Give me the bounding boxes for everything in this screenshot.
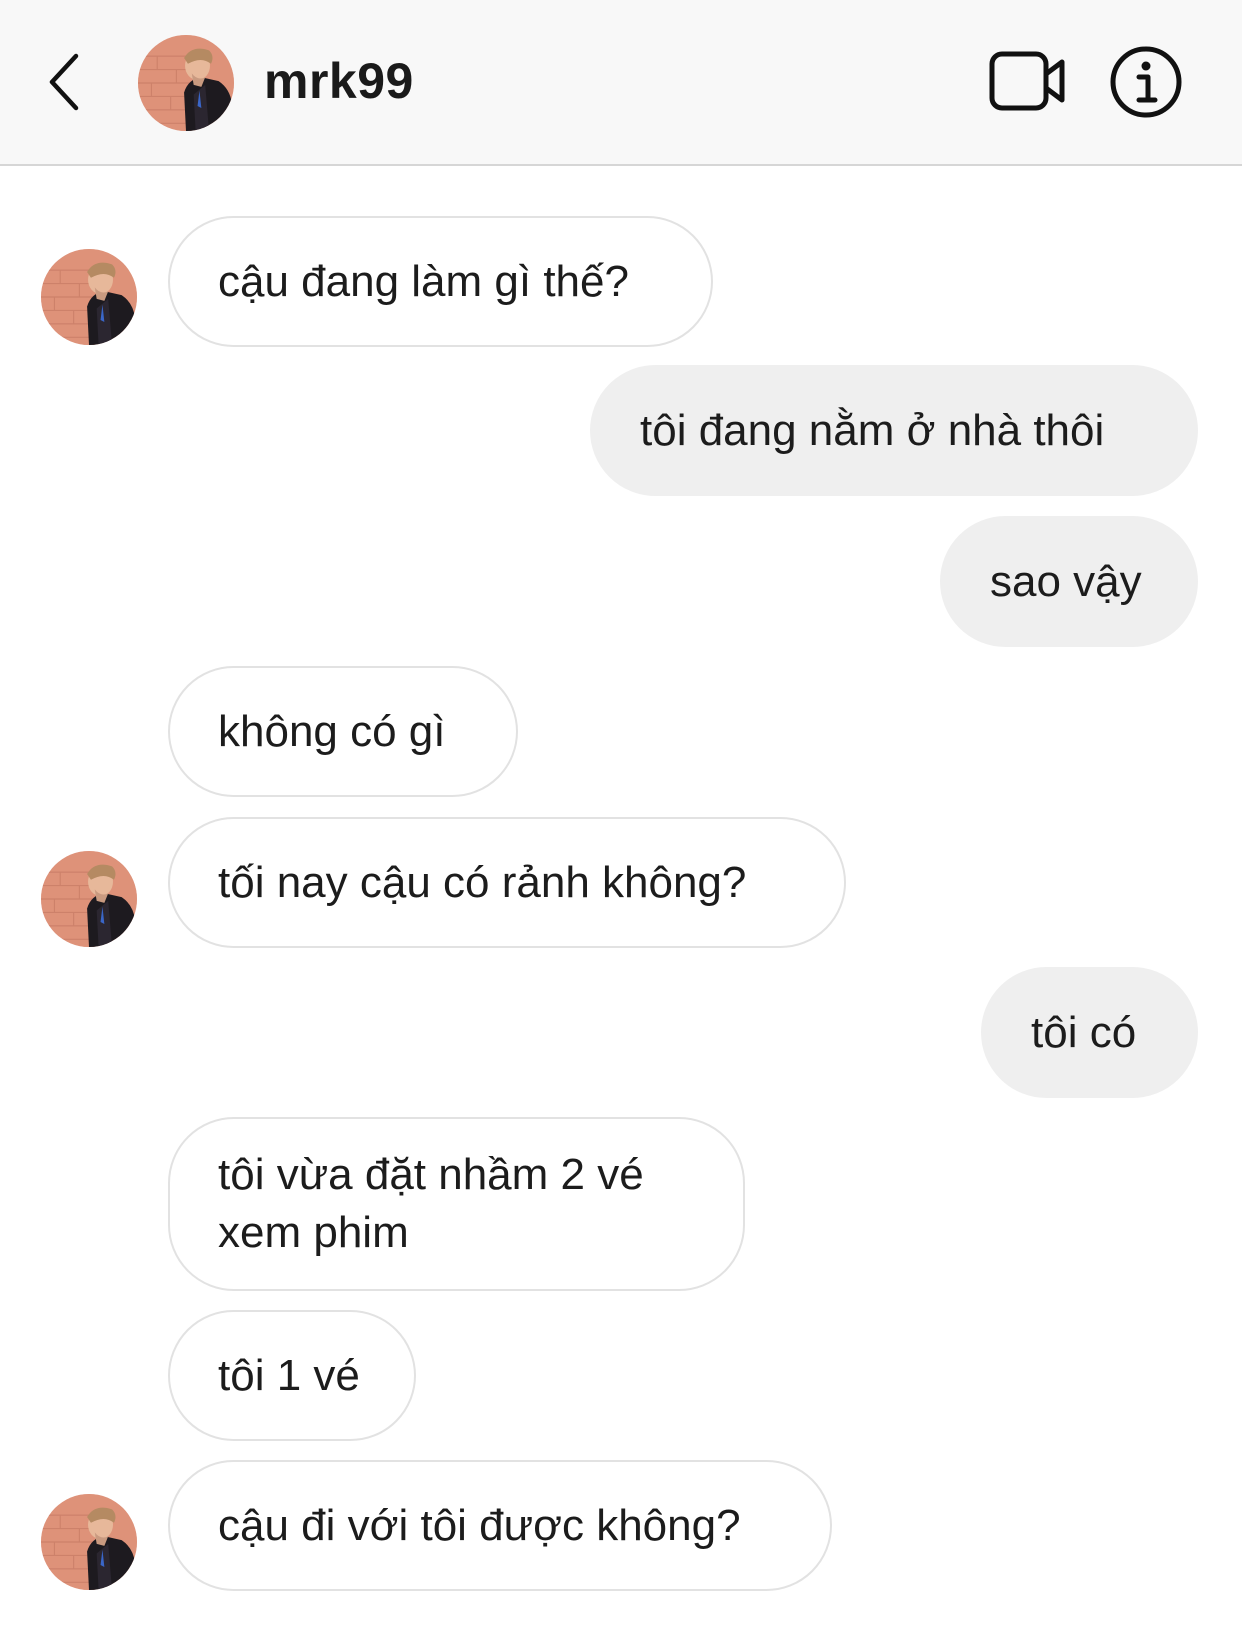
chat-header: mrk99 bbox=[0, 0, 1242, 166]
avatar[interactable] bbox=[41, 249, 137, 345]
chat-username[interactable]: mrk99 bbox=[264, 52, 414, 110]
avatar[interactable] bbox=[138, 35, 234, 131]
message-bubble-incoming[interactable]: không có gì bbox=[168, 666, 518, 797]
message-bubble-incoming[interactable]: tôi 1 vé bbox=[168, 1310, 416, 1441]
info-circle-icon bbox=[1110, 46, 1182, 118]
message-bubble-outgoing[interactable]: tôi đang nằm ở nhà thôi bbox=[590, 365, 1198, 496]
video-camera-icon bbox=[989, 51, 1065, 111]
message-bubble-incoming[interactable]: cậu đi với tôi được không? bbox=[168, 1460, 832, 1591]
message-bubble-incoming[interactable]: tối nay cậu có rảnh không? bbox=[168, 817, 846, 948]
chevron-left-icon bbox=[49, 53, 79, 111]
message-bubble-incoming[interactable]: cậu đang làm gì thế? bbox=[168, 216, 713, 347]
video-call-button[interactable] bbox=[988, 48, 1068, 116]
avatar[interactable] bbox=[41, 851, 137, 947]
message-bubble-outgoing[interactable]: sao vậy bbox=[940, 516, 1198, 647]
message-bubble-incoming[interactable]: tôi vừa đặt nhầm 2 vé xem phim bbox=[168, 1117, 745, 1291]
message-bubble-outgoing[interactable]: tôi có bbox=[981, 967, 1198, 1098]
back-button[interactable] bbox=[40, 44, 100, 120]
avatar[interactable] bbox=[41, 1494, 137, 1590]
info-button[interactable] bbox=[1108, 44, 1184, 120]
